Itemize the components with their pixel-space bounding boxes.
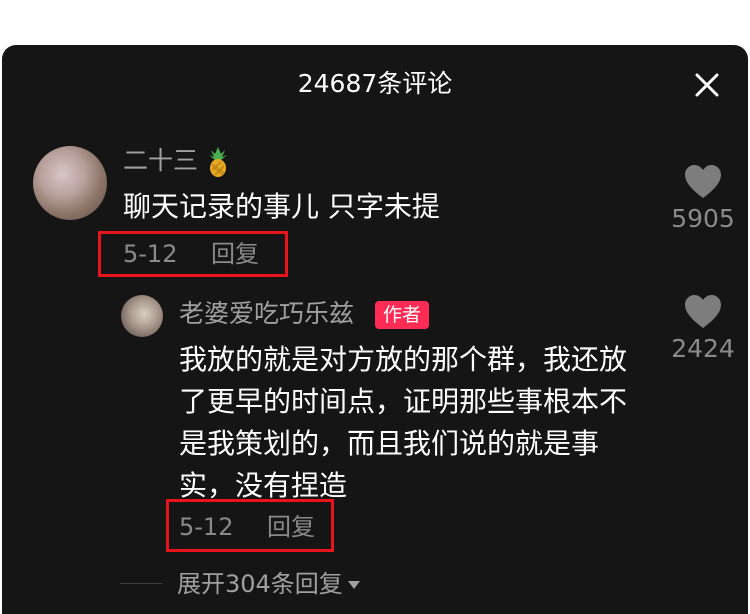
author-badge: 作者 bbox=[375, 301, 430, 329]
like-button[interactable]: 2424 bbox=[663, 294, 743, 364]
like-count: 5905 bbox=[671, 204, 735, 233]
highlight-box bbox=[166, 499, 334, 552]
expand-replies-button[interactable]: 展开304条回复 bbox=[177, 568, 361, 600]
heart-icon bbox=[685, 165, 721, 198]
avatar[interactable] bbox=[121, 295, 163, 337]
like-button[interactable]: 5905 bbox=[663, 164, 743, 234]
avatar[interactable] bbox=[33, 146, 107, 220]
comments-sheet: 24687条评论 二十三 聊天记录的事儿 只字未提 5-12 回复 5905 老… bbox=[2, 45, 748, 614]
comment-text: 聊天记录的事儿 只字未提 bbox=[123, 190, 440, 223]
pineapple-icon bbox=[209, 147, 227, 177]
expand-replies-label: 展开304条回复 bbox=[177, 570, 343, 598]
divider bbox=[120, 583, 162, 584]
caret-down-icon bbox=[347, 581, 360, 589]
like-count: 2424 bbox=[671, 334, 735, 363]
screen: 24687条评论 二十三 聊天记录的事儿 只字未提 5-12 回复 5905 老… bbox=[0, 0, 750, 614]
close-icon[interactable] bbox=[694, 72, 720, 98]
highlight-box bbox=[98, 231, 288, 277]
comments-count-title: 24687条评论 bbox=[297, 69, 453, 98]
heart-icon bbox=[685, 295, 721, 328]
reply-text: 我放的就是对方放的那个群，我还放了更早的时间点，证明那些事根本不是我策划的，而且… bbox=[179, 343, 628, 502]
reply-username[interactable]: 老婆爱吃巧乐兹 bbox=[179, 298, 354, 330]
comment-username[interactable]: 二十三 bbox=[123, 145, 198, 177]
